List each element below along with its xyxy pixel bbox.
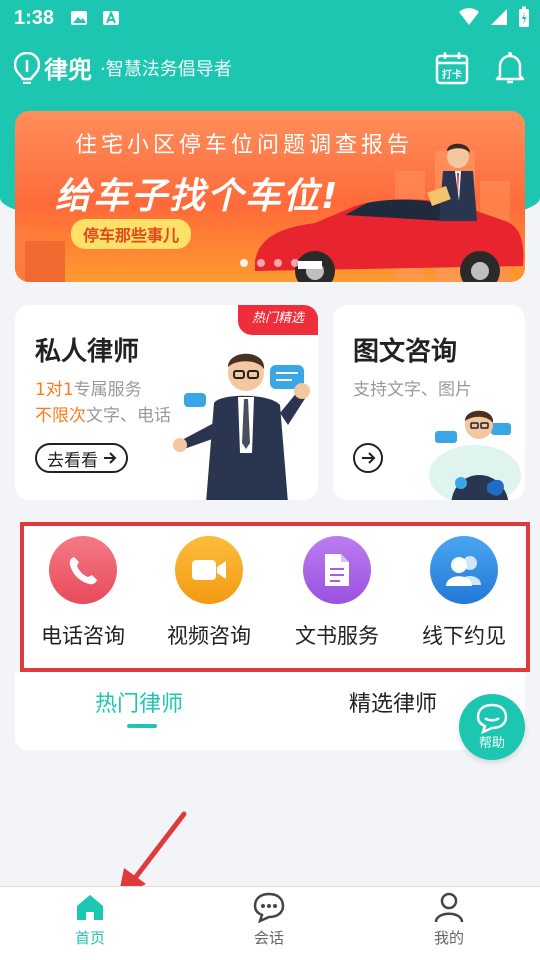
nav-profile[interactable]: 我的 (409, 891, 489, 948)
service-document[interactable]: 文书服务 (277, 536, 397, 650)
wifi-icon (459, 8, 479, 25)
carousel-dot (257, 259, 265, 267)
text-consult-title: 图文咨询 (353, 337, 458, 367)
lawyer-tabs: 热门律师 精选律师 (15, 672, 525, 750)
help-button[interactable]: 帮助 (459, 694, 525, 760)
phone-icon (49, 536, 117, 604)
service-grid: 电话咨询 视频咨询 文书服务 线下约见 (20, 522, 530, 672)
promo-banner[interactable]: 住宅小区停车位问题调查报告 给车子找个车位! 停车那些事儿 (15, 111, 525, 282)
status-bar: 1:38 (0, 0, 540, 36)
help-label: 帮助 (478, 736, 505, 751)
gallery-icon (71, 11, 87, 25)
home-icon (77, 895, 103, 920)
arrow-right-icon (104, 452, 117, 464)
lawyer-illustration (173, 353, 310, 500)
consultant-illustration (429, 410, 521, 500)
carousel-dot (240, 259, 248, 267)
private-lawyer-card[interactable]: 热门精选 私人律师 1对1专属服务 不限次文字、电话 去看看 (15, 305, 318, 500)
service-label: 文书服务 (295, 624, 379, 648)
profile-icon (434, 892, 464, 923)
carousel-dot (274, 259, 282, 267)
service-label: 电话咨询 (41, 624, 125, 648)
checkin-calendar-icon[interactable]: 打卡 (434, 50, 470, 86)
banner-headline: 给车子找个车位! (55, 176, 340, 217)
view-more-label: 去看看 (47, 450, 98, 471)
banner-tag: 停车那些事儿 (71, 219, 192, 249)
carousel-dot (291, 259, 299, 267)
bottom-navigation: 首页 会话 我的 (0, 886, 540, 960)
brand-name: 律兜 (44, 56, 92, 84)
nav-label: 我的 (433, 929, 464, 947)
people-icon (430, 536, 498, 604)
shield-logo-icon (14, 51, 40, 84)
private-lawyer-sub2: 不限次文字、电话 (35, 406, 171, 426)
service-offline-meeting[interactable]: 线下约见 (404, 536, 524, 650)
checkin-label: 打卡 (442, 68, 462, 81)
text-a-icon (103, 10, 119, 25)
document-icon (303, 536, 371, 604)
brand-slogan: ·智慧法务倡导者 (100, 58, 232, 80)
battery-icon (519, 6, 529, 27)
service-video-consult[interactable]: 视频咨询 (149, 536, 269, 650)
text-consult-go-button[interactable] (353, 443, 383, 473)
app-bar: 律兜 ·智慧法务倡导者 打卡 (0, 44, 540, 94)
service-label: 视频咨询 (167, 624, 251, 648)
service-label: 线下约见 (422, 624, 506, 648)
text-consult-card[interactable]: 图文咨询 支持文字、图片 (333, 305, 525, 500)
banner-subtitle: 住宅小区停车位问题调查报告 (75, 133, 414, 158)
hot-badge: 热门精选 (238, 305, 318, 335)
private-lawyer-sub1: 1对1专属服务 (35, 380, 142, 400)
video-icon (175, 536, 243, 604)
chat-icon (253, 892, 285, 923)
chat-bubble-icon (476, 703, 508, 734)
nav-chat[interactable]: 会话 (229, 891, 309, 948)
private-lawyer-title: 私人律师 (35, 337, 140, 367)
nav-label: 首页 (74, 929, 105, 947)
status-time: 1:38 (14, 7, 55, 29)
view-more-button[interactable]: 去看看 (35, 443, 128, 473)
tab-hot-lawyers[interactable]: 热门律师 (95, 686, 183, 718)
app-logo: 律兜 ·智慧法务倡导者 (14, 50, 232, 85)
service-phone-consult[interactable]: 电话咨询 (23, 536, 143, 650)
nav-label: 会话 (253, 929, 284, 947)
bell-icon[interactable] (492, 50, 528, 86)
tab-selected-lawyers[interactable]: 精选律师 (349, 686, 437, 718)
arrow-right-icon (362, 452, 376, 464)
nav-home[interactable]: 首页 (50, 891, 130, 948)
signal-icon (491, 9, 507, 25)
active-tab-indicator (127, 724, 157, 728)
